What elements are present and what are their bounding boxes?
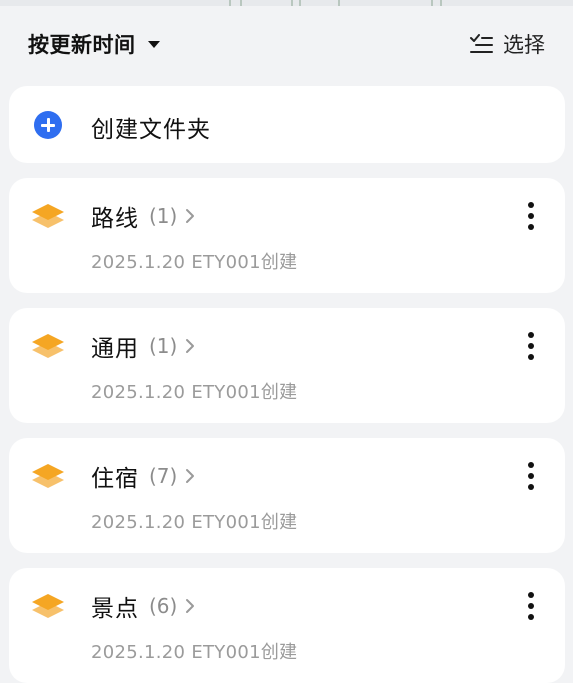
folder-name: 住宿 [91, 466, 139, 492]
list-header: 按更新时间 选择 [0, 16, 573, 72]
chevron-right-icon [186, 599, 195, 613]
chevron-right-icon [186, 209, 195, 223]
folder-count: (1) [149, 204, 178, 228]
more-vertical-icon[interactable] [519, 460, 543, 492]
more-vertical-icon[interactable] [519, 330, 543, 362]
sort-dropdown[interactable]: 按更新时间 [28, 30, 160, 58]
folder-name: 景点 [91, 596, 139, 622]
folder-name-link[interactable]: 景点 (6) [91, 590, 195, 622]
layers-icon [32, 464, 64, 488]
checklist-icon [470, 34, 493, 53]
folder-name: 通用 [91, 336, 139, 362]
folder-count: (6) [149, 594, 178, 618]
folder-meta: 2025.1.20 ETY001创建 [91, 252, 298, 273]
folder-card-0[interactable]: 路线 (1) 2025.1.20 ETY001创建 [9, 178, 565, 293]
more-vertical-icon[interactable] [519, 590, 543, 622]
select-button[interactable]: 选择 [469, 30, 545, 58]
folder-name-link[interactable]: 通用 (1) [91, 330, 195, 362]
layers-icon [32, 594, 64, 618]
folder-card-2[interactable]: 住宿 (7) 2025.1.20 ETY001创建 [9, 438, 565, 553]
folder-card-1[interactable]: 通用 (1) 2025.1.20 ETY001创建 [9, 308, 565, 423]
select-label: 选择 [503, 33, 545, 57]
folder-meta: 2025.1.20 ETY001创建 [91, 382, 298, 403]
folder-count: (1) [149, 334, 178, 358]
layers-icon [32, 334, 64, 358]
layers-icon [32, 204, 64, 228]
plus-circle-icon [34, 111, 62, 139]
folder-meta: 2025.1.20 ETY001创建 [91, 642, 298, 663]
create-folder-label: 创建文件夹 [91, 117, 211, 143]
folder-name-link[interactable]: 路线 (1) [91, 200, 195, 232]
more-vertical-icon[interactable] [519, 200, 543, 232]
folder-meta: 2025.1.20 ETY001创建 [91, 512, 298, 533]
background-app-peek [0, 0, 573, 6]
folder-name: 路线 [91, 206, 139, 232]
sort-label: 按更新时间 [28, 33, 136, 57]
chevron-right-icon [186, 339, 195, 353]
create-folder-button[interactable]: 创建文件夹 [9, 86, 565, 163]
folder-card-3[interactable]: 景点 (6) 2025.1.20 ETY001创建 [9, 568, 565, 683]
caret-down-icon [147, 40, 160, 48]
folder-name-link[interactable]: 住宿 (7) [91, 460, 195, 492]
folder-count: (7) [149, 464, 178, 488]
chevron-right-icon [186, 469, 195, 483]
